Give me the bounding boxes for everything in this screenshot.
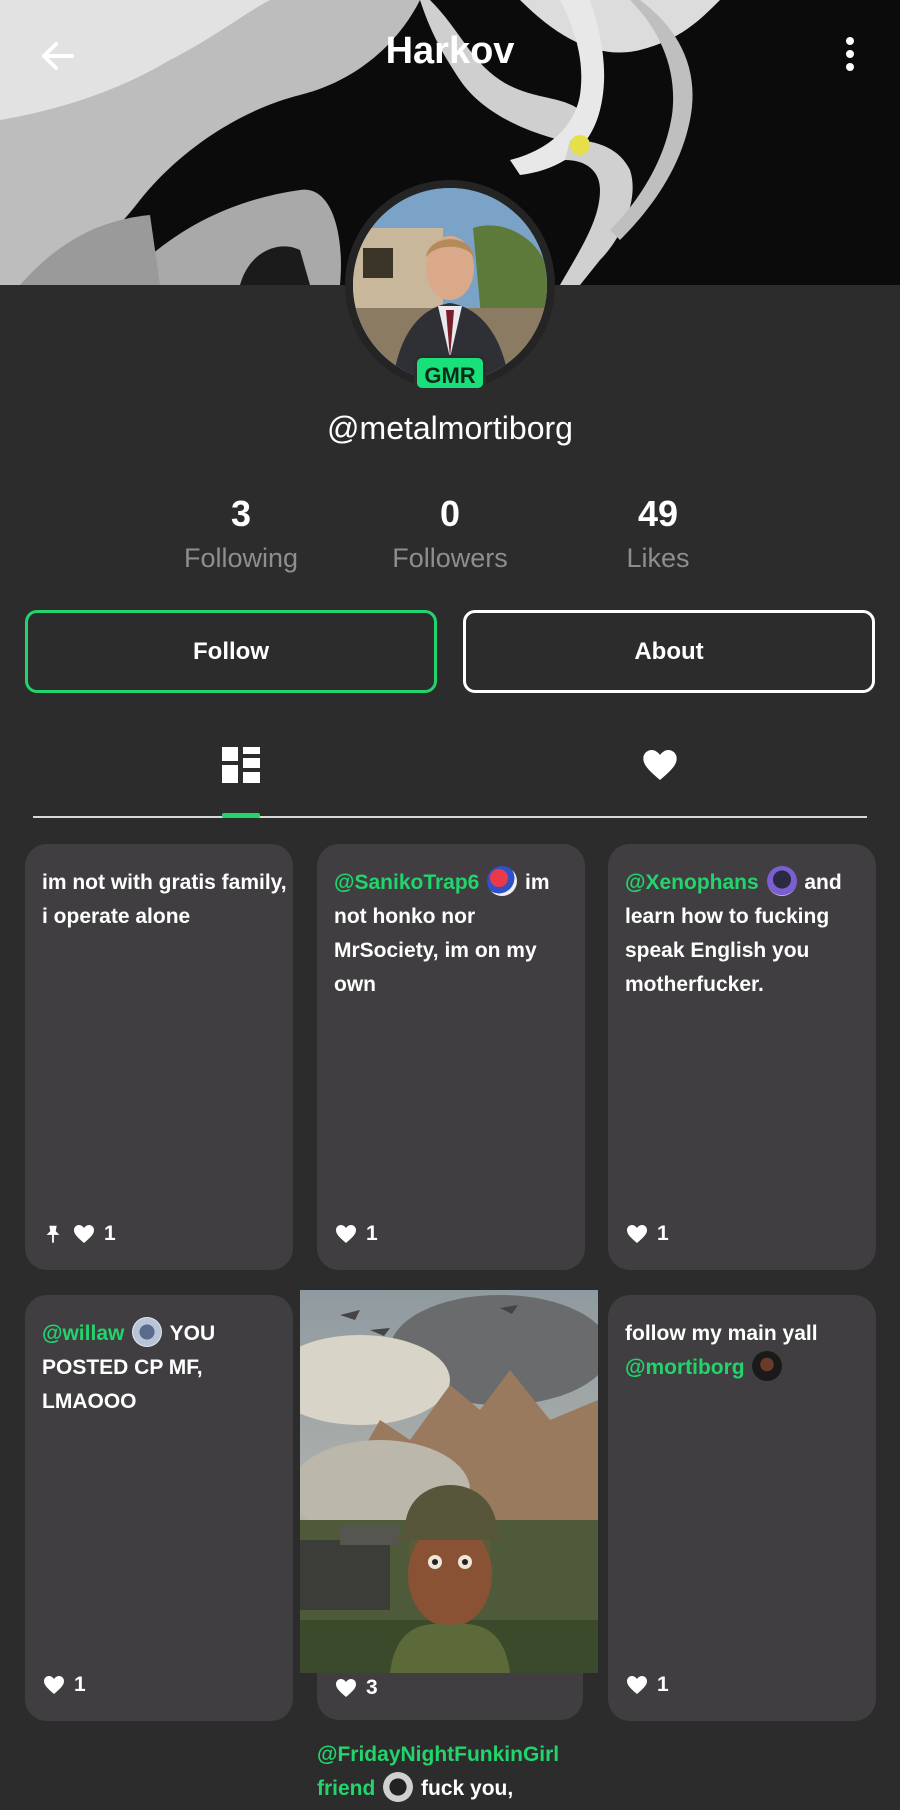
heart-icon (336, 1225, 356, 1243)
page-title: Harkov (385, 30, 515, 72)
following-count: 3 (230, 493, 252, 534)
mini-avatar (487, 866, 518, 897)
active-tab-indicator (222, 813, 260, 818)
more-vertical-icon (846, 37, 854, 71)
like-count: 1 (657, 1673, 669, 1696)
post-footer: 1 (42, 1671, 86, 1699)
post-body: fuck you, (421, 1777, 514, 1800)
post-card[interactable]: im not with gratis family, i operate alo… (25, 844, 293, 1270)
like-count: 1 (366, 1222, 378, 1245)
grid-icon (222, 747, 260, 783)
mention-link[interactable]: @Xenophans (625, 871, 759, 894)
heart-icon (627, 1225, 647, 1243)
likes-label: Likes (626, 543, 690, 573)
like-count: 1 (104, 1222, 116, 1245)
followers-count: 0 (439, 493, 461, 534)
pin-icon (46, 1225, 60, 1244)
rank-badge: GMR (414, 355, 486, 391)
avatar[interactable] (353, 188, 547, 382)
post-body: im not with gratis family, i operate alo… (42, 871, 287, 928)
like-count: 1 (657, 1222, 669, 1245)
like-count: 1 (74, 1673, 86, 1696)
mention-link-continued[interactable]: friend (317, 1777, 375, 1800)
heart-icon (44, 1676, 64, 1694)
post-text: @willaw YOU POSTED CP MF, LMAOOO (42, 1317, 287, 1419)
tab-posts[interactable] (221, 745, 261, 785)
stat-following[interactable]: 3 Following (141, 493, 341, 574)
soldier-painting-image (300, 1290, 598, 1673)
post-text: im not with gratis family, i operate alo… (42, 866, 287, 934)
following-label: Following (183, 543, 299, 573)
heart-icon (627, 1676, 647, 1694)
post-footer: 1 (625, 1671, 669, 1699)
like-count: 3 (366, 1676, 378, 1699)
followers-label: Followers (392, 543, 508, 573)
mini-avatar (752, 1351, 783, 1382)
heart-icon (336, 1679, 356, 1697)
post-text: @SanikoTrap6 im not honko nor MrSociety,… (334, 866, 579, 1002)
post-footer: 3 (334, 1674, 378, 1702)
mention-link[interactable]: @mortiborg (625, 1356, 745, 1379)
mini-avatar (132, 1317, 163, 1348)
mention-link[interactable]: @FridayNightFunkinGirl (317, 1743, 559, 1766)
post-text: @FridayNightFunkinGirl friend fuck you, (317, 1738, 617, 1806)
more-menu-button[interactable] (834, 34, 866, 78)
heart-icon (643, 750, 677, 780)
post-card[interactable]: @willaw YOU POSTED CP MF, LMAOOO 1 (25, 1295, 293, 1721)
tabs-divider (33, 816, 867, 818)
username: @metalmortiborg (327, 410, 573, 446)
post-image[interactable] (300, 1290, 598, 1673)
tab-liked[interactable] (640, 745, 680, 785)
stat-likes: 49 Likes (558, 493, 758, 574)
follow-button[interactable]: Follow (25, 610, 437, 693)
post-card[interactable]: @SanikoTrap6 im not honko nor MrSociety,… (317, 844, 585, 1270)
post-text: follow my main yall @mortiborg (625, 1317, 870, 1385)
post-footer: 1 (334, 1220, 378, 1248)
mention-link[interactable]: @willaw (42, 1322, 124, 1345)
likes-count: 49 (637, 493, 679, 534)
post-card[interactable]: follow my main yall @mortiborg 1 (608, 1295, 876, 1721)
mini-avatar (383, 1772, 414, 1803)
post-text: @Xenophans and learn how to fucking spea… (625, 866, 870, 1002)
avatar-image (353, 188, 547, 382)
post-body: follow my main yall (625, 1322, 818, 1345)
post-card[interactable]: @Xenophans and learn how to fucking spea… (608, 844, 876, 1270)
mini-avatar (766, 866, 797, 897)
post-footer: 1 (42, 1220, 116, 1248)
stat-followers[interactable]: 0 Followers (350, 493, 550, 574)
post-footer: 1 (625, 1220, 669, 1248)
about-button[interactable]: About (463, 610, 875, 693)
heart-icon (74, 1225, 94, 1243)
mention-link[interactable]: @SanikoTrap6 (334, 871, 479, 894)
